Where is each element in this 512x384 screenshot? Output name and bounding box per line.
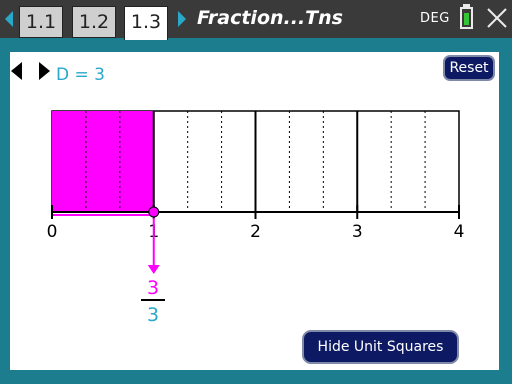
tick-label: 0 — [47, 222, 58, 242]
fraction-denominator: 3 — [147, 304, 159, 326]
denominator-label: D = 3 — [56, 65, 105, 85]
number-line-point[interactable] — [148, 206, 160, 218]
tick-label: 4 — [454, 222, 465, 242]
tick-label: 3 — [352, 222, 363, 242]
reset-button[interactable]: Reset — [443, 55, 495, 81]
fraction-scene: D = 3 01234 3 3 — [11, 62, 465, 326]
hide-unit-squares-button[interactable]: Hide Unit Squares — [302, 330, 459, 364]
number-line-labels: 01234 — [47, 222, 465, 242]
tick-label: 2 — [250, 222, 261, 242]
point-arrow-head — [147, 265, 160, 274]
fraction-numerator: 3 — [147, 277, 159, 299]
left-arrow-icon[interactable] — [11, 62, 22, 80]
calculator-screen: 1.1 1.2 1.3 Fraction...Tns DEG D = 3 012… — [0, 0, 512, 384]
shaded-region — [52, 111, 154, 212]
right-arrow-icon[interactable] — [39, 62, 50, 80]
